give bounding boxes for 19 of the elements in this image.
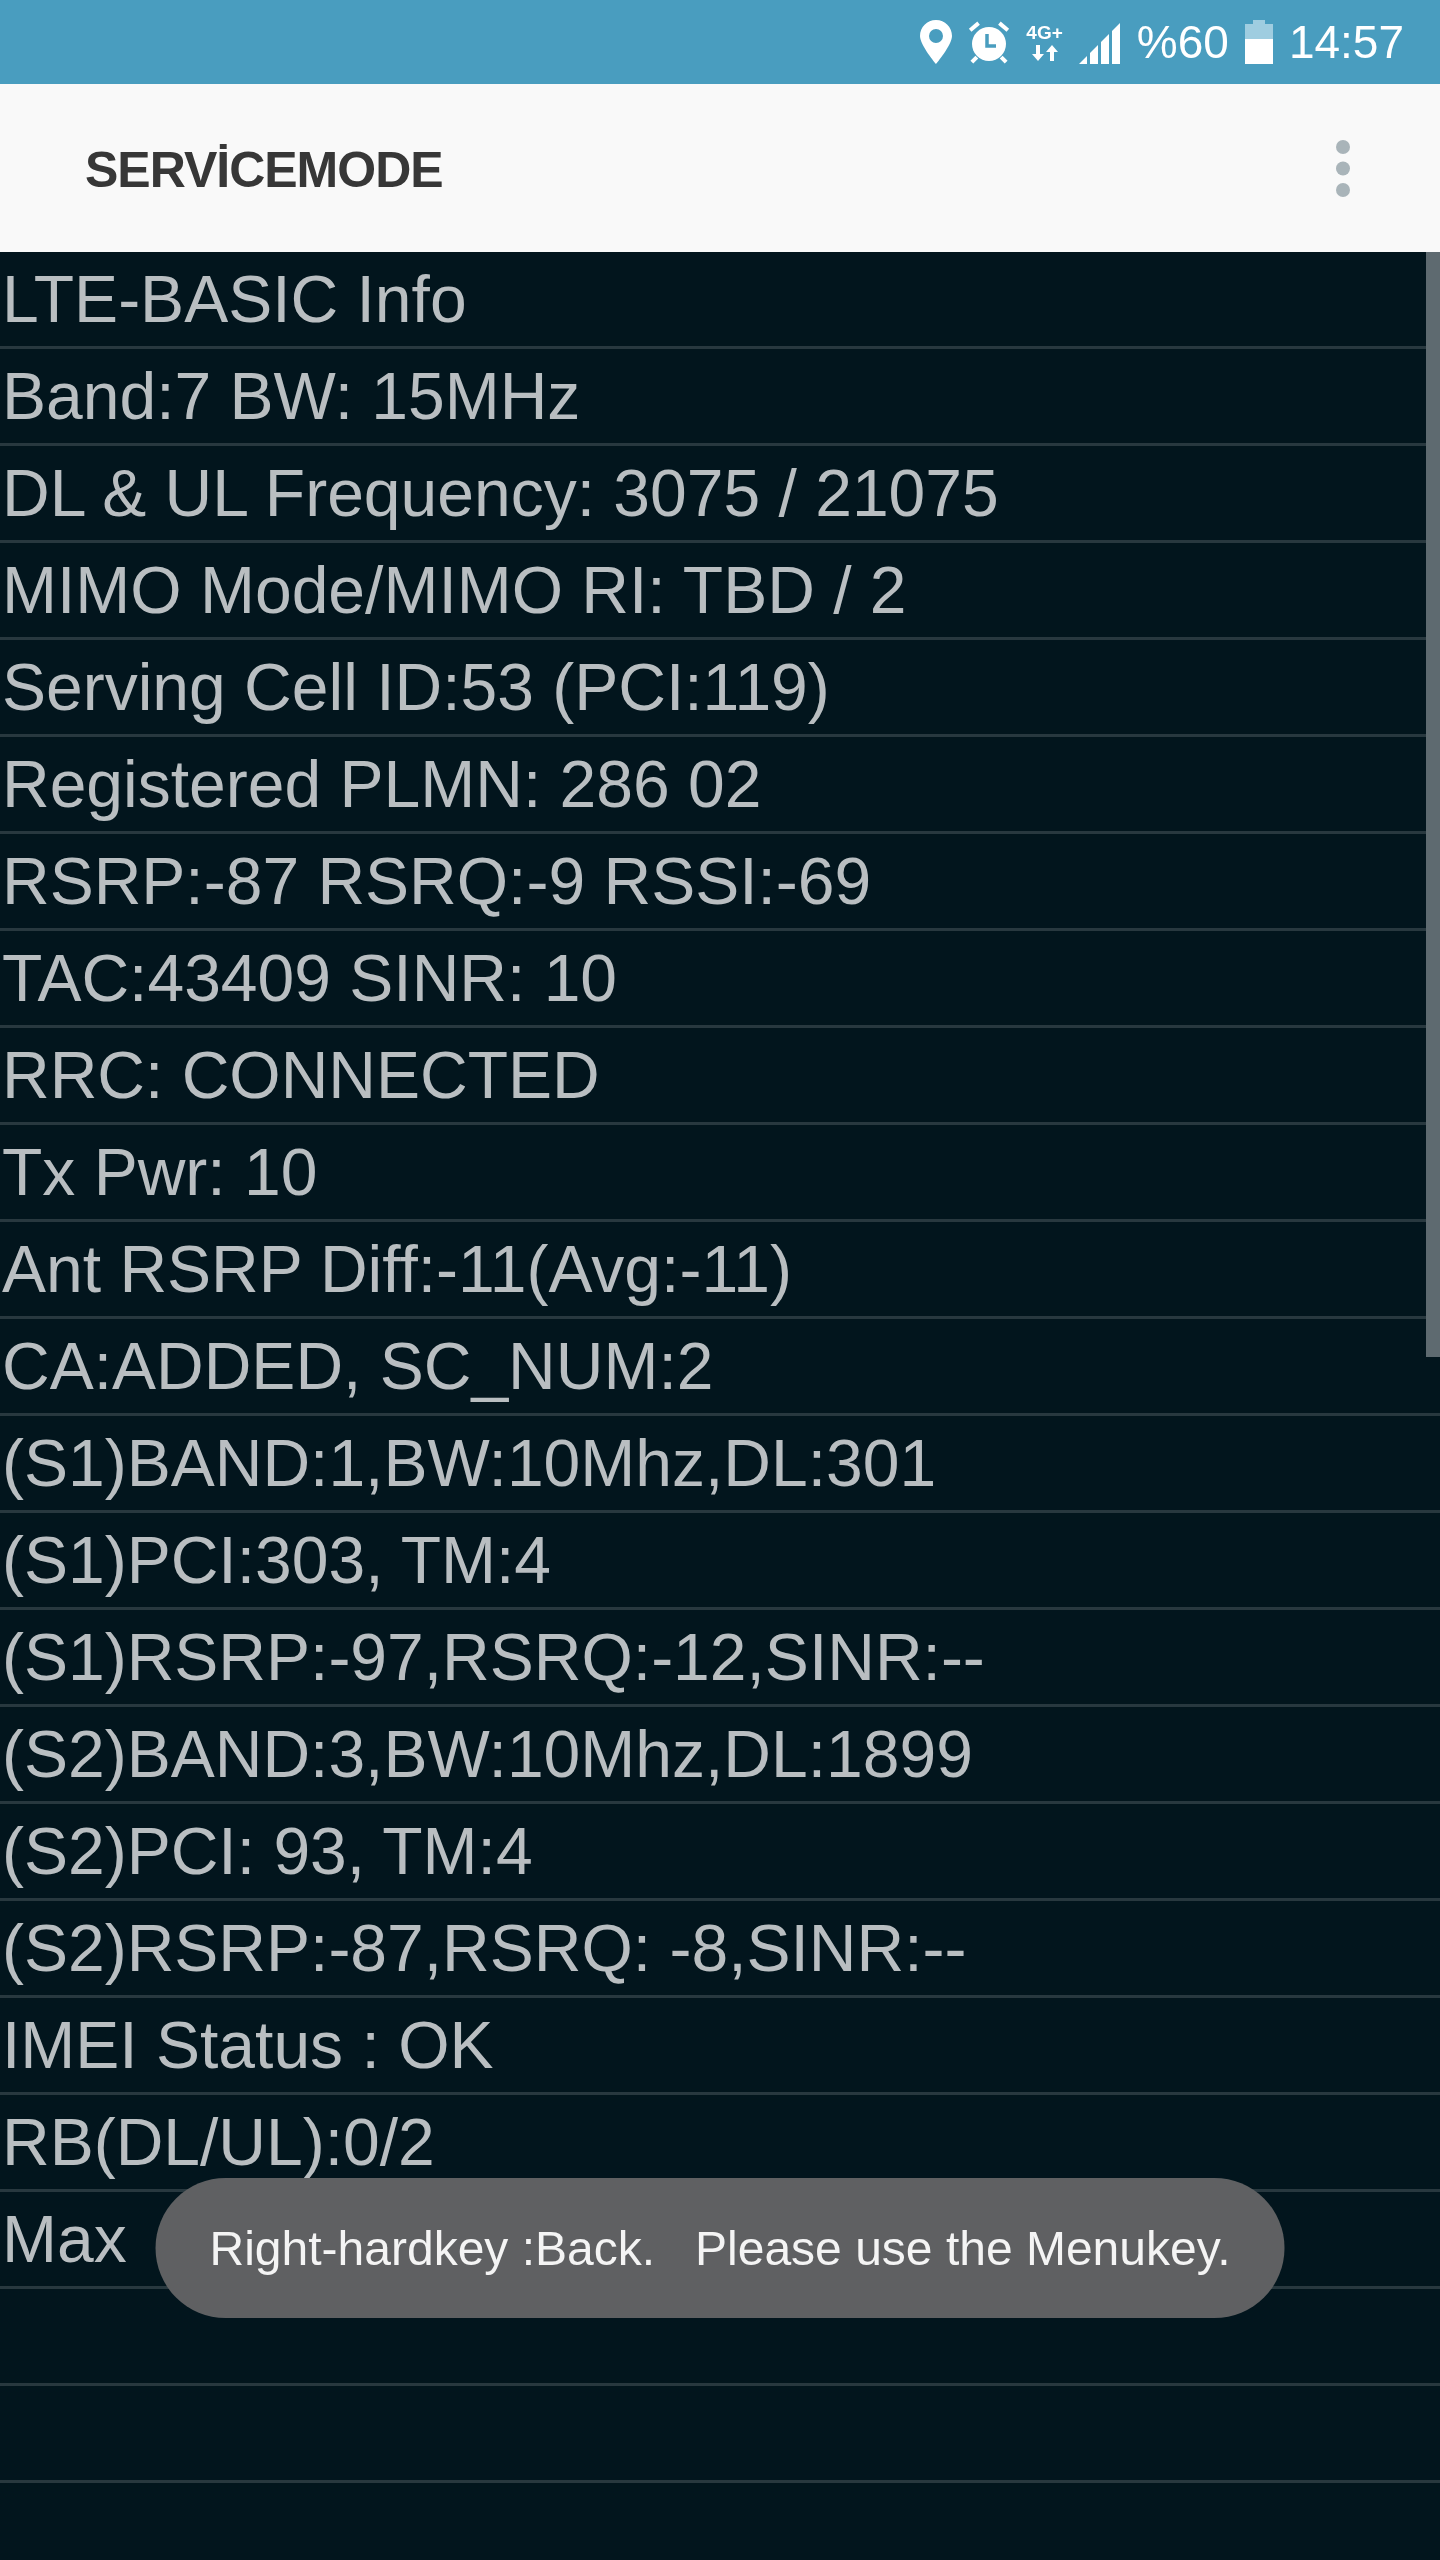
info-line: MIMO Mode/MIMO RI: TBD / 2 [2,557,907,623]
info-line: Tx Pwr: 10 [2,1139,318,1205]
network-type-label: 4G+ [1026,23,1063,42]
more-vertical-icon [1336,139,1350,197]
location-pin-icon [920,20,953,64]
info-line: RRC: CONNECTED [2,1042,600,1108]
data-arrows-icon [1031,45,1058,61]
info-line: Max [2,2206,127,2272]
toast-message: Right-hardkey :Back. Please use the Menukey. [155,2178,1285,2318]
app-title: SERVİCEMODE [85,141,443,195]
info-line: TAC:43409 SINR: 10 [2,945,618,1011]
battery-icon [1244,20,1273,64]
overflow-menu-button[interactable] [1336,139,1350,197]
clock-time: 14:57 [1288,19,1404,65]
alarm-clock-icon [968,20,1011,64]
battery-percent: %60 [1136,19,1229,65]
info-line: Band:7 BW: 15MHz [2,363,581,429]
info-line: LTE-BASIC Info [2,266,467,332]
info-line: IMEI Status : OK [2,2012,494,2078]
